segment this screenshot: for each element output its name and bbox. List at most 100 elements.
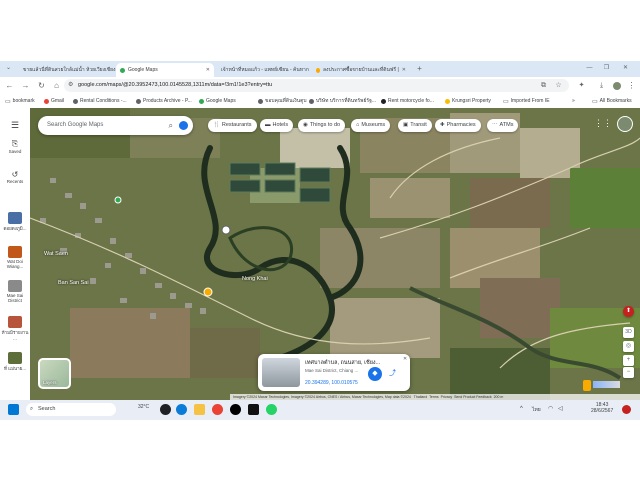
start-windows-icon[interactable] bbox=[8, 404, 19, 415]
place-info-card[interactable]: เทศบาลตำบล, ถนนสาย, เชียง... Mae Sai Dis… bbox=[258, 354, 410, 391]
tab-facebook[interactable]: เจ้าหน้าที่หมอแก้ว - แพทย์เซียน - ค้นหาก… bbox=[214, 63, 312, 77]
account-avatar[interactable] bbox=[617, 116, 633, 132]
tab-label: Google Maps bbox=[128, 67, 158, 73]
chip-atms[interactable]: ⋯ ATMs bbox=[487, 119, 519, 132]
chip-museums[interactable]: ⌂ Museums bbox=[351, 119, 391, 132]
place-label[interactable]: Wat Saen bbox=[44, 251, 68, 257]
site-info-icon[interactable]: ⚙ bbox=[68, 79, 73, 92]
chip-pharmacies[interactable]: ✚ Pharmacies bbox=[435, 119, 481, 132]
volume-icon[interactable]: ◁ bbox=[558, 405, 563, 412]
weather-widget[interactable]: 32°C bbox=[138, 404, 149, 410]
close-icon[interactable]: ✕ bbox=[206, 67, 210, 73]
directions-icon[interactable] bbox=[179, 121, 188, 130]
new-tab-button[interactable]: + bbox=[414, 63, 425, 74]
profile-avatar[interactable] bbox=[611, 80, 622, 91]
imagery-thumbnails[interactable] bbox=[593, 381, 620, 388]
tab-land-listing[interactable]: ขายแล้วนี่ที่ดินสวยใกล้แม่น้ำ ห้วยเวียงเ… bbox=[16, 63, 116, 77]
chip-restaurants[interactable]: 🍴 Restaurants bbox=[208, 119, 257, 132]
tray-chevron-icon[interactable]: ^ bbox=[520, 406, 523, 412]
rail-recent-place[interactable]: Mae Sai District bbox=[0, 280, 30, 303]
chip-transit[interactable]: ▣ Transit bbox=[398, 119, 432, 132]
compass-icon[interactable]: ⬆ bbox=[623, 306, 634, 317]
bookmark-item[interactable]: Rental Conditions -... bbox=[73, 96, 127, 106]
footer-link[interactable]: Privacy bbox=[441, 395, 452, 399]
download-icon[interactable]: ⤓ bbox=[596, 80, 607, 91]
task-view-icon[interactable] bbox=[160, 404, 171, 415]
card-coordinates[interactable]: 20.394289, 100.010575 bbox=[305, 380, 358, 386]
apps-grid-icon[interactable]: ⋮⋮ bbox=[594, 118, 612, 129]
line-app-icon[interactable] bbox=[266, 404, 277, 415]
taskbar-search[interactable]: ⌕ Search bbox=[26, 403, 116, 416]
3d-toggle[interactable]: 3D bbox=[623, 327, 634, 338]
layers-label: Layers bbox=[43, 380, 57, 385]
chip-hotels[interactable]: ▬ Hotels bbox=[260, 119, 294, 132]
bookmark-item[interactable]: Rent motorcycle fo... bbox=[381, 96, 434, 106]
close-icon[interactable]: ✕ bbox=[402, 67, 406, 73]
zoom-out-icon[interactable]: − bbox=[623, 367, 634, 378]
search-icon: ⌕ bbox=[30, 406, 34, 412]
file-explorer-icon[interactable] bbox=[194, 404, 205, 415]
place-label[interactable]: Nong Khai bbox=[242, 276, 268, 282]
card-close-icon[interactable]: ✕ bbox=[403, 356, 407, 362]
clock[interactable]: 18:43 28/6/2567 bbox=[591, 402, 613, 414]
rail-recent-place[interactable]: ห้ามมิรายงาน ... bbox=[0, 316, 30, 341]
minimize-icon[interactable]: — bbox=[584, 63, 595, 74]
tiktok-icon[interactable] bbox=[248, 404, 259, 415]
search-input[interactable]: Search Google Maps ⌕ bbox=[38, 116, 193, 135]
rail-saved[interactable]: ⎘ Saved bbox=[0, 139, 30, 154]
place-thumbnail[interactable] bbox=[262, 358, 300, 387]
forward-icon[interactable]: → bbox=[20, 80, 31, 91]
bookmark-item[interactable]: ขอบคุณที่ดินเงินตูบ bbox=[258, 96, 307, 106]
rail-recents[interactable]: ↺ Recents bbox=[0, 170, 30, 184]
bookmark-gmail[interactable]: Gmail bbox=[44, 96, 64, 106]
chrome-icon[interactable] bbox=[212, 404, 223, 415]
folder-icon: ▭ bbox=[503, 98, 509, 105]
reload-icon[interactable]: ↻ bbox=[36, 80, 47, 91]
share-icon[interactable]: ⤴ bbox=[389, 368, 396, 378]
bookmark-item[interactable]: ▭ bookmark bbox=[5, 96, 35, 106]
my-location-icon[interactable]: ◎ bbox=[623, 341, 634, 352]
windows-taskbar: ⌕ Search 32°C ^ ไทย ◠ ◁ 18:43 28/6/2567 bbox=[0, 400, 640, 420]
tab-google-maps[interactable]: Google Maps ✕ bbox=[116, 63, 214, 77]
rail-recent-place[interactable]: ดอยดงภูมิ... bbox=[0, 212, 30, 232]
install-app-icon[interactable]: ⧉ bbox=[538, 80, 549, 91]
zoom-in-icon[interactable]: + bbox=[623, 355, 634, 366]
maximize-icon[interactable]: ❐ bbox=[601, 63, 612, 74]
menu-kebab-icon[interactable]: ⋮ bbox=[626, 80, 637, 91]
bookmarks-overflow-icon[interactable]: » bbox=[572, 96, 575, 106]
edge-icon[interactable] bbox=[176, 404, 187, 415]
card-title: เทศบาลตำบล, ถนนสาย, เชียง... bbox=[305, 360, 381, 366]
footer-link[interactable]: Terms bbox=[429, 395, 439, 399]
footer-link[interactable]: Thailand bbox=[414, 395, 427, 399]
tab-search-chevron-icon[interactable]: ⌄ bbox=[3, 63, 14, 74]
chip-things-to-do[interactable]: ◉ Things to do bbox=[298, 119, 346, 132]
notification-icon[interactable] bbox=[622, 405, 631, 414]
layers-button[interactable]: Layers bbox=[38, 358, 71, 389]
site-icon bbox=[136, 98, 141, 104]
tab-classifieds[interactable]: ลงประกาศซื้อขายบ้านและที่ดินฟรี | ✕ bbox=[312, 63, 410, 77]
pegman-icon[interactable] bbox=[583, 380, 591, 391]
search-icon[interactable]: ⌕ bbox=[169, 116, 173, 135]
extensions-icon[interactable]: ✦ bbox=[576, 80, 587, 91]
wifi-icon[interactable]: ◠ bbox=[548, 405, 553, 412]
window-close-icon[interactable]: ✕ bbox=[620, 63, 631, 74]
satellite-map[interactable]: Wat Saen Ban San Sai Nong Khai Search Go… bbox=[30, 108, 640, 400]
bookmark-item[interactable]: Krungsri Property bbox=[445, 96, 491, 106]
footer-link[interactable]: Send Product Feedback bbox=[454, 395, 492, 399]
input-language[interactable]: ไทย bbox=[532, 406, 541, 414]
rail-recent-place[interactable]: Wat Doi Wiang... bbox=[0, 246, 30, 269]
bookmark-item[interactable]: บริษัท บริการที่ดินทรัพย์รัฐ... bbox=[309, 96, 376, 106]
place-label[interactable]: Ban San Sai bbox=[58, 280, 89, 286]
all-bookmarks[interactable]: ▭ All Bookmarks bbox=[592, 96, 632, 106]
rail-recent-place[interactable]: ที่ แม่นาย... bbox=[0, 352, 30, 372]
bookmark-google-maps[interactable]: Google Maps bbox=[199, 96, 236, 106]
directions-button[interactable]: ◆ bbox=[368, 367, 382, 381]
home-icon[interactable]: ⌂ bbox=[51, 80, 62, 91]
bookmark-folder[interactable]: ▭ Imported From IE bbox=[503, 96, 550, 106]
x-twitter-icon[interactable] bbox=[230, 404, 241, 415]
bookmark-star-icon[interactable]: ☆ bbox=[553, 80, 564, 91]
back-icon[interactable]: ← bbox=[4, 80, 15, 91]
address-bar[interactable]: ⚙ google.com/maps/@20.3952473,100.014552… bbox=[64, 79, 569, 92]
menu-hamburger-icon[interactable]: ☰ bbox=[0, 120, 30, 131]
bookmark-item[interactable]: Products Archive - P... bbox=[136, 96, 192, 106]
